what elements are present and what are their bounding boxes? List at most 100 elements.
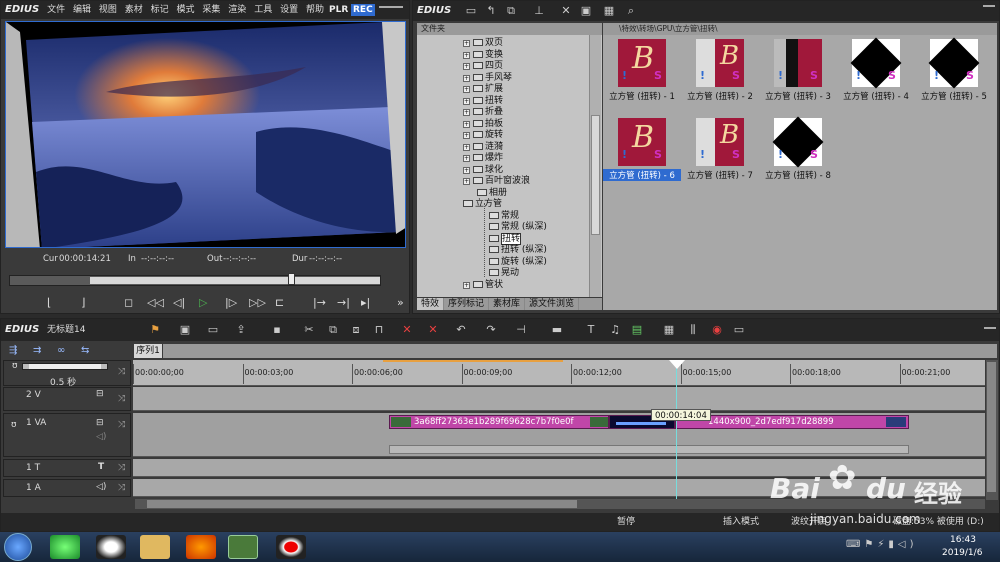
menu-capture[interactable]: 采集 [202,5,220,15]
record-icon[interactable] [276,535,306,559]
video-monitor-icon[interactable]: ⊟ [96,389,104,399]
split-clip-icon[interactable]: ⊣ [513,323,529,337]
menu-file[interactable]: 文件 [47,5,65,15]
mixer-icon[interactable]: ⫼ [685,323,701,337]
timeline-close-icon[interactable] [984,327,996,335]
menu-clip[interactable]: 素材 [125,5,143,15]
delete-icon[interactable]: ✕ [558,4,574,18]
split-icon[interactable]: ▸| [361,293,370,313]
menu-render[interactable]: 渲染 [228,5,246,15]
redo-icon[interactable]: ↷ [483,323,499,337]
expand-icon[interactable]: + [463,109,470,116]
tree-item[interactable]: 晃动 [489,268,519,280]
tree-item[interactable]: + 扭转 [463,96,503,108]
properties-icon[interactable]: ▣ [578,4,594,18]
rewind-icon[interactable]: ◁◁ [147,293,164,313]
tree-item[interactable]: + 变换 [463,50,503,62]
effect-label[interactable]: 立方管 (扭转) - 6 [603,169,681,181]
effect-thumbnail[interactable]: B! S [618,118,666,166]
tree-item[interactable]: + 手风琴 [463,73,512,85]
tab-effects[interactable]: 特效 [417,298,445,310]
menu-help[interactable]: 帮助 [306,5,324,15]
effect-thumbnail[interactable]: B! S [696,118,744,166]
effect-label[interactable]: 立方管 (扭转) - 1 [603,90,681,102]
track-tool-icon-1[interactable]: ⇶ [9,343,17,359]
edit-mode[interactable]: 插入模式 [723,513,759,531]
track-1a-header[interactable]: 1 A ◁) ⤨ [3,479,131,497]
track-1va-header[interactable]: ʊ 1 VA ⊟ ◁) ⤨ [3,413,131,457]
expand-icon[interactable]: + [463,281,470,289]
effect-thumbnail[interactable]: B! S [618,39,666,87]
add-clip-icon[interactable]: ⧉ [503,4,519,18]
overwrite-icon[interactable]: →| [337,293,350,313]
track-lock-icon[interactable]: ʊ [11,420,17,430]
effect-label[interactable]: 立方管 (扭转) - 5 [915,90,993,102]
firefox-icon[interactable] [186,535,216,559]
tree-item[interactable]: 扭转 [489,232,522,246]
effect-thumbnail[interactable]: ! S [774,39,822,87]
speaker-icon[interactable]: ◁) [96,432,106,442]
tree-item[interactable]: 扭转 (纵深) [489,245,547,257]
menu-tools[interactable]: 工具 [254,5,272,15]
tree-item[interactable]: + 涟漪 [463,142,503,154]
menu-settings[interactable]: 设置 [280,5,298,15]
video-monitor-icon[interactable]: ⊟ [96,418,104,428]
rec-button[interactable]: REC [351,4,375,16]
track-2v[interactable] [133,387,985,411]
link-icon[interactable]: ∞ [57,343,65,359]
scrubber-handle[interactable] [288,273,295,285]
save-icon[interactable]: ▪ [269,323,285,337]
player-scrubber[interactable] [9,273,381,286]
start-button[interactable] [4,533,32,561]
effect-thumbnail[interactable]: ! S [850,37,902,89]
expand-icon[interactable]: + [463,155,470,162]
speaker-icon[interactable]: ◁) [96,482,106,492]
clock-date[interactable]: 2019/1/6 [942,548,982,558]
tree-scrollbar[interactable] [589,35,601,297]
set-out-icon[interactable]: ⌋ [81,293,85,313]
more-icon[interactable]: » [397,293,404,313]
sequence-tab[interactable]: 序列1 [134,344,162,358]
tray-icons[interactable]: ⌨⚑⚡▮◁) [846,539,918,550]
track-expand-icon[interactable]: ⤨ [118,483,125,493]
delete-clip-icon[interactable]: ✕ [399,323,415,337]
add-sequence-icon[interactable]: ⊥ [531,4,547,18]
color-icon[interactable]: ◉ [709,323,725,337]
track-2v-header[interactable]: 2 V ⊟ ⤨ [3,387,131,411]
expand-icon[interactable]: + [463,143,470,151]
marker-icon[interactable]: ▬ [549,323,565,337]
tree-item[interactable]: + 球化 [463,165,503,177]
title-track-icon[interactable]: T [98,462,104,472]
bin-close-icon[interactable] [983,5,995,13]
file-explorer-icon[interactable] [140,535,170,559]
folder-icon[interactable]: ▭ [463,4,479,18]
up-folder-icon[interactable]: ↰ [483,4,499,18]
browser-icon[interactable] [50,535,80,559]
tree-item[interactable]: + 四页 [463,61,503,73]
layout-icon[interactable]: ▭ [731,323,747,337]
export-icon[interactable]: ⇪ [233,323,249,337]
audio-clip[interactable] [389,445,909,454]
tree-item[interactable]: 常规 (纵深) [489,222,547,234]
zoom-slider[interactable] [22,363,108,370]
insert-icon[interactable]: |→ [313,293,326,313]
tree-item[interactable]: + 双页 [463,38,503,50]
stop-icon[interactable]: ◻ [124,293,133,313]
track-expand-icon[interactable]: ⤨ [118,394,125,404]
effect-label[interactable]: 立方管 (扭转) - 4 [837,90,915,102]
render-icon[interactable]: ▤ [629,323,645,337]
expand-icon[interactable]: + [463,86,470,93]
tab-bin[interactable]: 素材库 [489,298,526,310]
menu-mode[interactable]: 模式 [177,5,195,15]
plr-button[interactable]: PLR [329,1,348,19]
expand-icon[interactable]: ⤨ [118,367,125,377]
open-project-icon[interactable]: ▣ [177,323,193,337]
clock-time[interactable]: 16:43 [950,535,976,545]
tree-item[interactable]: 相册 [477,188,507,200]
tree-item[interactable]: 常规 [489,211,519,223]
new-sequence-icon[interactable]: ⚑ [147,323,163,337]
edius-taskbar-icon[interactable] [228,535,258,559]
replace-icon[interactable]: ⊓ [371,323,387,337]
view-icon[interactable]: ▦ [601,4,617,18]
track-1t-header[interactable]: 1 T T ⤨ [3,459,131,477]
